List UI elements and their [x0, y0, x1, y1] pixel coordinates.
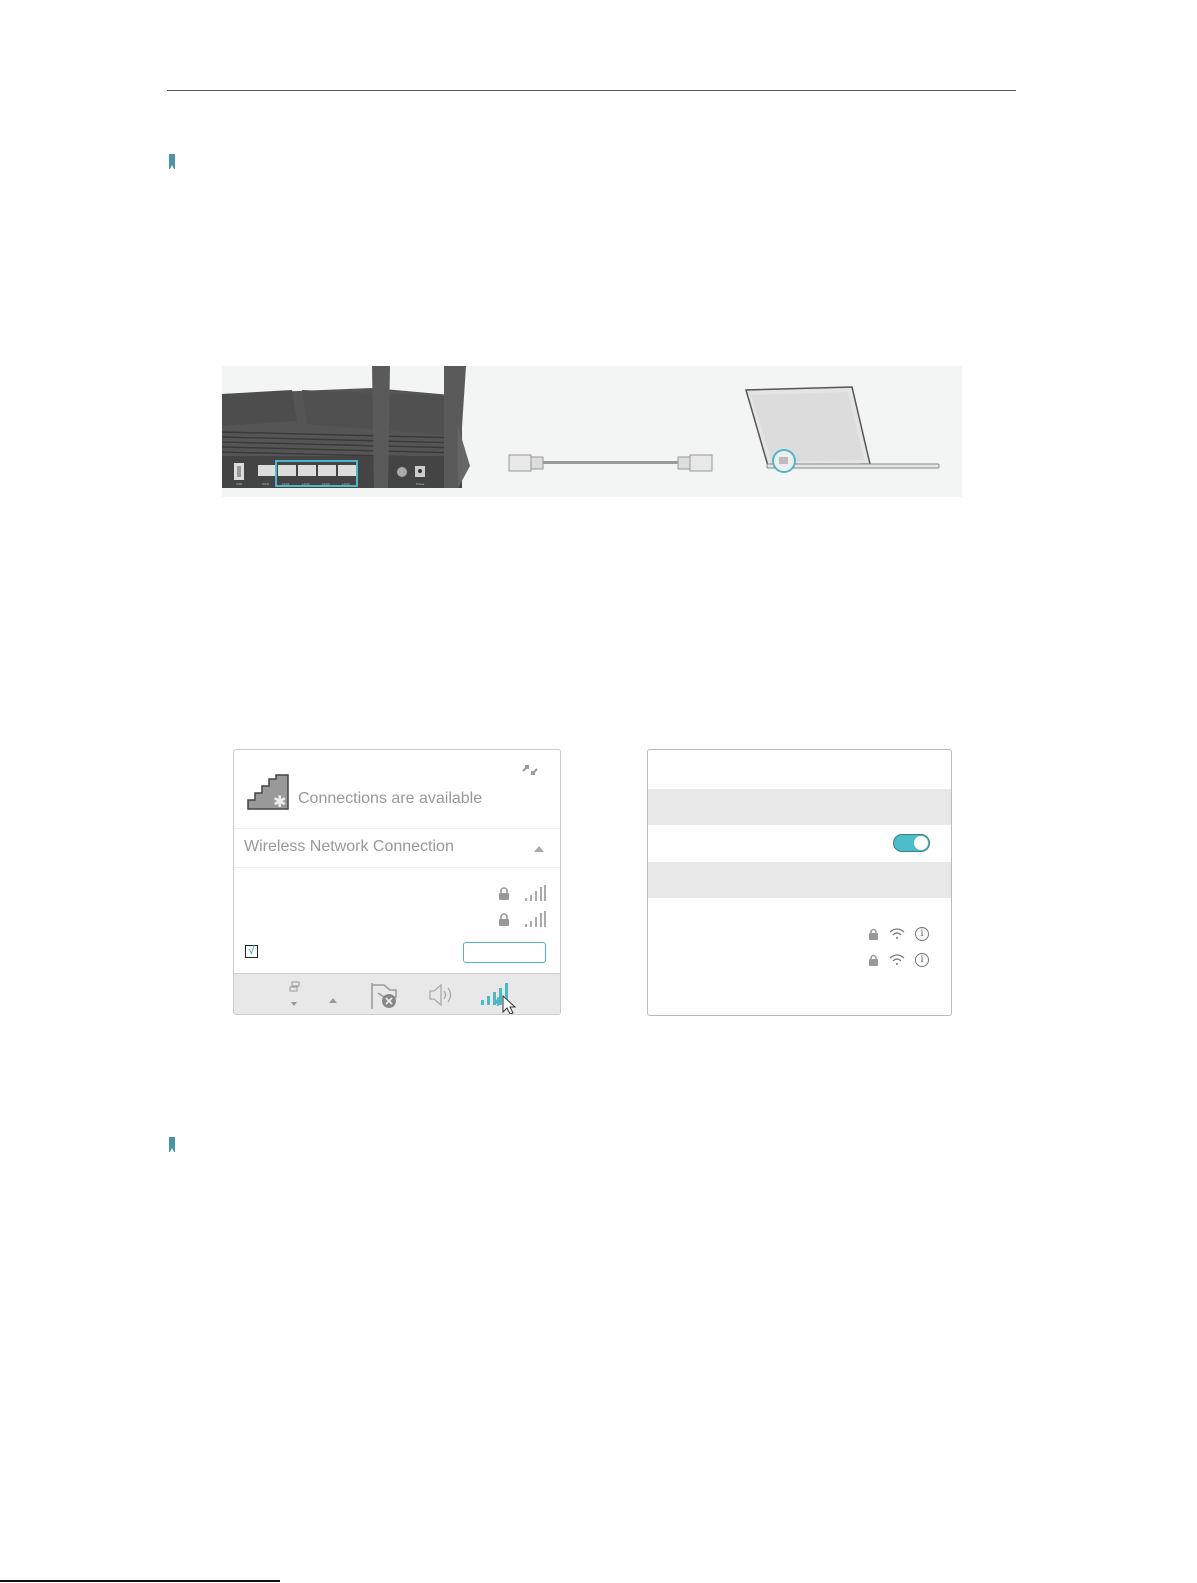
panel-band — [648, 862, 951, 898]
network-list-item[interactable]: i — [868, 951, 929, 969]
footer-divider — [0, 1580, 280, 1582]
connect-button[interactable] — [463, 942, 546, 963]
wifi-toggle[interactable] — [893, 834, 930, 852]
lock-icon — [499, 886, 509, 900]
ethernet-cable-illustration — [508, 454, 713, 472]
svg-text:LAN4: LAN4 — [342, 482, 350, 486]
svg-text:LAN1: LAN1 — [282, 482, 290, 486]
info-icon[interactable]: i — [915, 953, 929, 967]
wireless-section-title[interactable]: Wireless Network Connection — [244, 838, 454, 856]
wan-port — [258, 465, 276, 476]
connect-automatically-checkbox[interactable]: √ — [245, 945, 258, 958]
router-illustration: USB WAN LAN1 LAN2 LAN3 LAN4 Power — [222, 366, 470, 488]
svg-text:✱: ✱ — [273, 792, 286, 810]
note-bookmark-icon — [169, 1137, 175, 1152]
mouse-cursor-icon — [502, 994, 516, 1014]
lan4-port — [338, 465, 356, 476]
network-list-item[interactable] — [498, 909, 546, 929]
connection-status-text: Connections are available — [298, 790, 483, 807]
refresh-icon[interactable] — [521, 763, 539, 777]
signal-strength-icon — [525, 885, 546, 901]
network-list-item[interactable]: i — [868, 925, 929, 943]
show-desktop-icon[interactable] — [288, 980, 302, 1008]
signal-strength-icon — [525, 911, 546, 927]
header-divider — [167, 90, 1016, 91]
wired-connection-figure: USB WAN LAN1 LAN2 LAN3 LAN4 Power — [222, 366, 962, 497]
wifi-icon — [889, 954, 905, 965]
panel-band — [648, 789, 951, 825]
svg-text:LAN2: LAN2 — [302, 482, 310, 486]
taskbar: ✱ — [234, 973, 560, 1014]
svg-text:✱: ✱ — [493, 995, 503, 1009]
wireless-network-icon[interactable]: ✱ — [480, 982, 516, 1014]
antenna-left — [372, 366, 390, 488]
wps-button — [397, 467, 407, 477]
lan1-port — [278, 465, 296, 476]
show-hidden-icons-arrow[interactable] — [328, 996, 338, 1004]
network-list-item[interactable] — [498, 883, 546, 903]
lock-icon — [499, 912, 509, 926]
lock-icon — [869, 928, 878, 940]
note-bookmark-icon — [169, 154, 175, 169]
divider — [234, 828, 560, 829]
svg-text:WAN: WAN — [262, 482, 269, 486]
svg-text:USB: USB — [236, 482, 242, 486]
lan2-port — [298, 465, 316, 476]
volume-icon[interactable] — [428, 984, 456, 1006]
network-signal-icon: ✱ — [247, 774, 289, 810]
lock-icon — [869, 954, 878, 966]
lan3-port — [318, 465, 336, 476]
svg-text:Power: Power — [416, 482, 425, 486]
wifi-icon — [889, 928, 905, 939]
laptop-illustration — [745, 386, 940, 473]
windows-network-panel: ✱ Connections are available Wireless Net… — [233, 749, 561, 1015]
collapse-caret-icon[interactable] — [534, 846, 544, 852]
action-center-flag-icon[interactable] — [370, 982, 398, 1010]
divider — [234, 867, 560, 868]
macos-wifi-panel: i i — [647, 749, 952, 1016]
wired-connection-illustration: USB WAN LAN1 LAN2 LAN3 LAN4 Power — [222, 366, 940, 488]
svg-text:LAN3: LAN3 — [322, 482, 330, 486]
info-icon[interactable]: i — [915, 927, 929, 941]
